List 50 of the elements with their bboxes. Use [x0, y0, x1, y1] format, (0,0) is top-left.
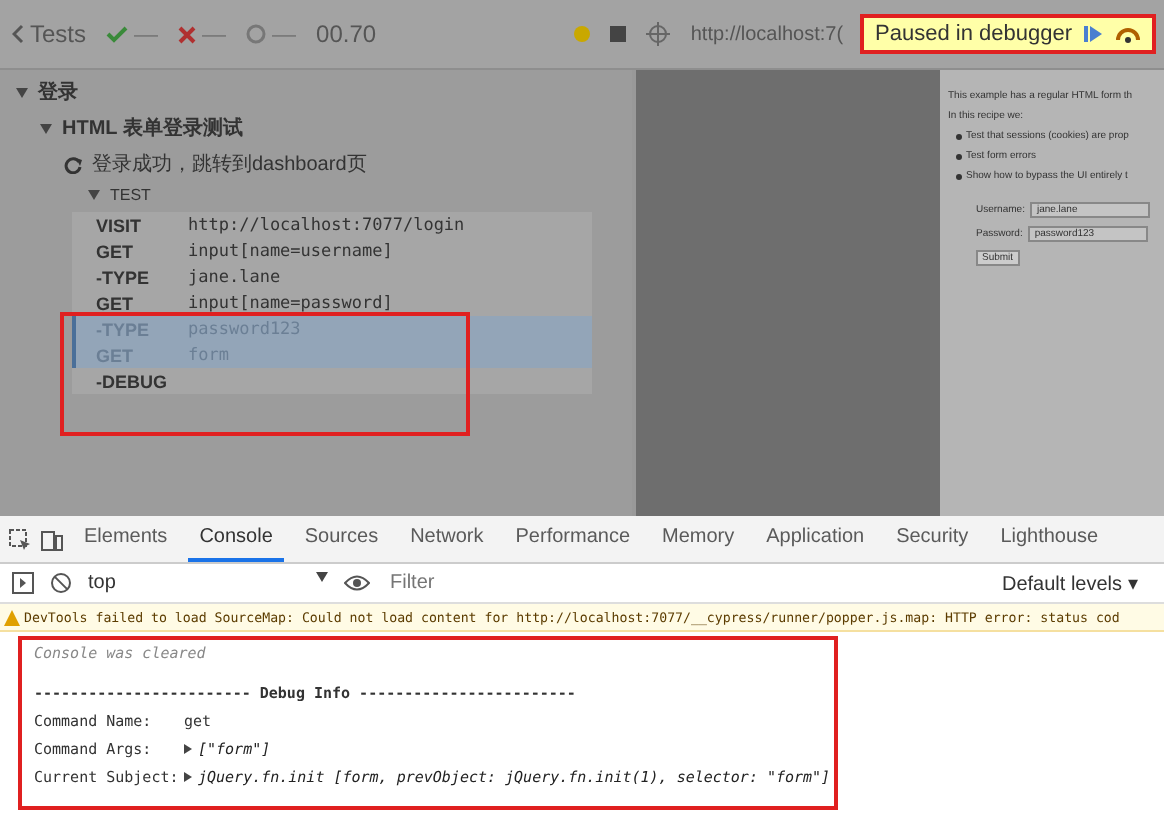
url-text: http://localhost:7(: [690, 23, 844, 45]
devtools-tab[interactable]: Lighthouse: [988, 516, 1111, 562]
caret-icon[interactable]: [16, 87, 28, 97]
devtools-tab[interactable]: Memory: [650, 516, 747, 562]
bullet-icon: [956, 153, 962, 159]
command-row[interactable]: GET input[name=password]: [72, 290, 592, 316]
caret-icon[interactable]: [40, 123, 52, 133]
section-title: TEST: [110, 186, 151, 204]
chevron-left-icon: [12, 24, 24, 44]
sidebar-toggle-icon[interactable]: [12, 572, 34, 594]
passed-count: —: [134, 20, 159, 48]
devtools-tab[interactable]: Performance: [503, 516, 643, 562]
eye-icon[interactable]: [344, 574, 370, 592]
clear-icon[interactable]: [50, 572, 72, 594]
warning-icon: [4, 609, 20, 625]
suite-title: 登录: [38, 79, 78, 106]
expand-triangle-icon[interactable]: [184, 772, 192, 782]
stop-icon[interactable]: [610, 26, 627, 42]
check-icon: [106, 25, 129, 43]
dropdown-caret-icon: [316, 572, 328, 582]
test-title: 登录成功，跳转到dashboard页: [92, 151, 367, 178]
bullet-icon: [956, 173, 962, 179]
spinner-icon: [64, 155, 82, 173]
cross-icon: [178, 25, 197, 43]
expand-triangle-icon[interactable]: [184, 744, 192, 754]
devtools-tab[interactable]: Elements: [72, 516, 180, 562]
pending-icon: [246, 24, 267, 44]
spec-title: HTML 表单登录测试: [62, 115, 243, 142]
step-over-icon: [1116, 24, 1140, 44]
inspect-icon[interactable]: [8, 527, 32, 551]
devtools-tab[interactable]: Network: [398, 516, 496, 562]
pending-count: —: [272, 20, 297, 48]
devtools-tab[interactable]: Console: [187, 516, 285, 562]
bullet-icon: [956, 133, 962, 139]
caret-icon[interactable]: [88, 190, 100, 200]
device-icon[interactable]: [40, 527, 64, 551]
command-row[interactable]: GET input[name=username]: [72, 238, 592, 264]
command-row[interactable]: VISIT http://localhost:7077/login: [72, 212, 592, 238]
devtools-tab[interactable]: Sources: [292, 516, 391, 562]
command-row[interactable]: -TYPE jane.lane: [72, 264, 592, 290]
paused-banner: Paused in debugger: [863, 18, 1152, 50]
devtools-tab[interactable]: Application: [754, 516, 877, 562]
resume-icon: [1084, 24, 1104, 44]
status-dot-icon: [574, 26, 591, 42]
command-row[interactable]: -DEBUG: [72, 368, 592, 394]
failed-count: —: [202, 20, 227, 48]
duration: 00.70: [316, 20, 377, 48]
context-select[interactable]: top: [88, 572, 328, 594]
levels-dropdown[interactable]: Default levels ▾: [1002, 571, 1138, 595]
devtools-tab[interactable]: Security: [884, 516, 981, 562]
